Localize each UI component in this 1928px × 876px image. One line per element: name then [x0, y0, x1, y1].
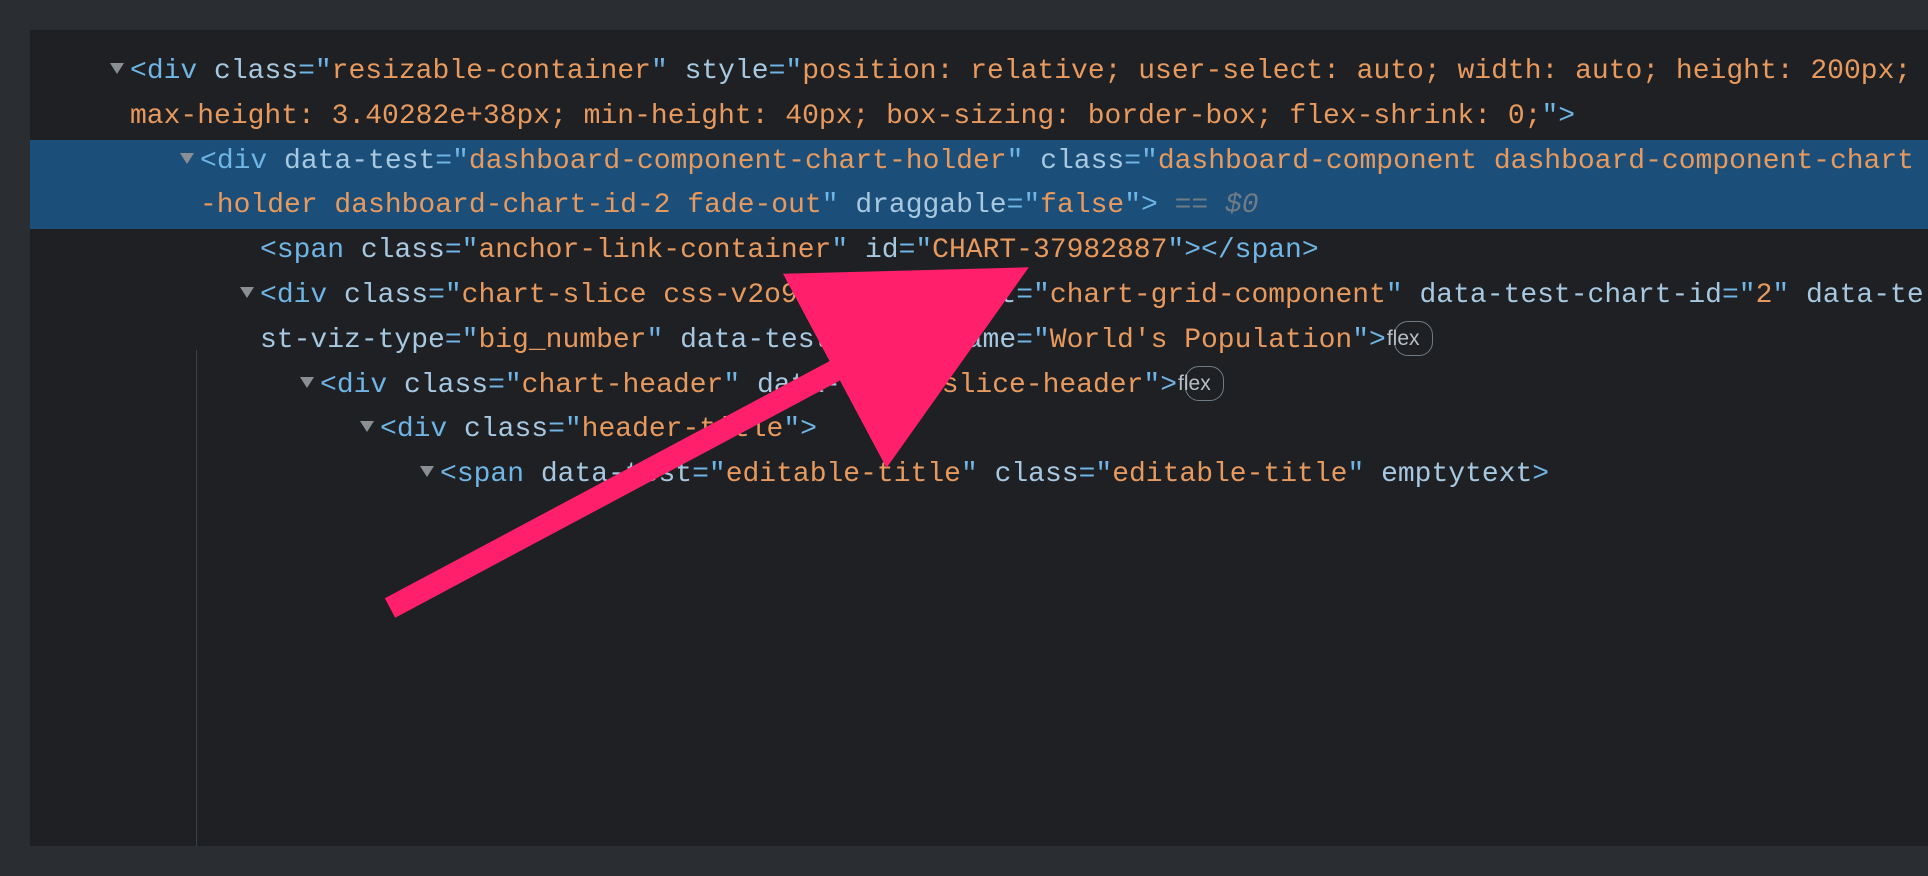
expand-toggle-icon[interactable]	[420, 466, 434, 477]
tag-name: div	[397, 414, 447, 445]
flex-badge[interactable]: flex	[1394, 321, 1433, 357]
devtools-frame: <div class="resizable-container" style="…	[0, 0, 1928, 876]
dom-node-chart-holder-selected[interactable]: <div data-test="dashboard-component-char…	[30, 140, 1928, 230]
tag-name: span	[277, 235, 344, 266]
attr-data-test: editable-title	[726, 459, 961, 490]
attr-data-test: slice-header	[942, 370, 1144, 401]
dom-node-anchor-span[interactable]: <span class="anchor-link-container" id="…	[30, 229, 1928, 274]
attr-chart-id: 2	[1756, 280, 1773, 311]
expand-toggle-icon[interactable]	[240, 287, 254, 298]
attr-class: chart-slice css-v2o9ep	[462, 280, 832, 311]
attr-class: editable-title	[1112, 459, 1347, 490]
tag-name: span	[457, 459, 524, 490]
console-ref: == $0	[1158, 190, 1259, 221]
attr-class: header-title	[582, 414, 784, 445]
expand-toggle-icon[interactable]	[180, 153, 194, 164]
attr-data-test: chart-grid-component	[1050, 280, 1386, 311]
attr-emptytext: emptytext	[1381, 459, 1532, 490]
attr-class: resizable-container	[332, 56, 651, 87]
attr-chart-name: World's Population	[1050, 325, 1352, 356]
tag-name: div	[147, 56, 197, 87]
dom-node-resizable-container[interactable]: <div class="resizable-container" style="…	[30, 50, 1928, 140]
tag-name: div	[217, 146, 267, 177]
expand-toggle-icon[interactable]	[300, 377, 314, 388]
expand-toggle-icon[interactable]	[360, 421, 374, 432]
dom-node-header-title[interactable]: <div class="header-title">	[30, 408, 1928, 453]
elements-panel[interactable]: <div class="resizable-container" style="…	[30, 30, 1928, 846]
attr-data-test: dashboard-component-chart-holder	[469, 146, 1007, 177]
dom-node-chart-slice[interactable]: <div class="chart-slice css-v2o9ep" data…	[30, 274, 1928, 364]
attr-viz-type: big_number	[478, 325, 646, 356]
attr-draggable: false	[1040, 190, 1124, 221]
expand-toggle-icon[interactable]	[110, 63, 124, 74]
dom-node-editable-title[interactable]: <span data-test="editable-title" class="…	[30, 453, 1928, 498]
attr-id: CHART-37982887	[932, 235, 1167, 266]
attr-class: chart-header	[522, 370, 724, 401]
tag-name: div	[277, 280, 327, 311]
tag-name: div	[337, 370, 387, 401]
attr-class: anchor-link-container	[478, 235, 831, 266]
flex-badge[interactable]: flex	[1185, 366, 1224, 402]
dom-node-chart-header[interactable]: <div class="chart-header" data-test="sli…	[30, 364, 1928, 409]
